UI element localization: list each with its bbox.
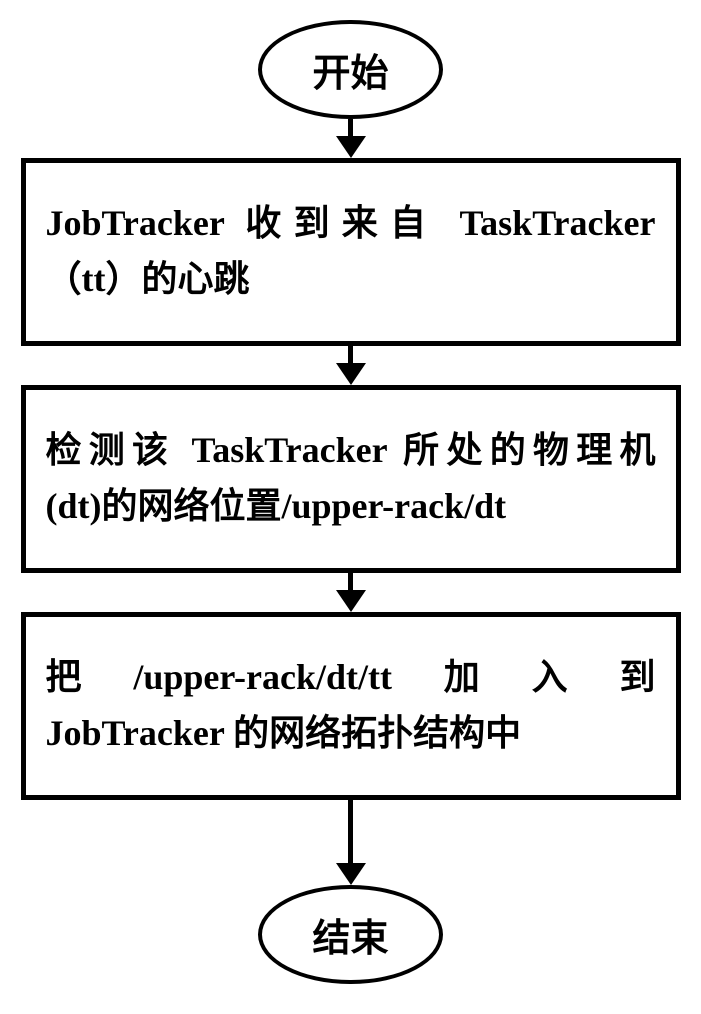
end-label: 结束 — [312, 918, 388, 960]
arrow-4 — [336, 800, 366, 885]
process-step-3: 把 /upper-rack/dt/tt 加 入 到 JobTracker 的网络… — [21, 612, 681, 800]
arrow-3 — [336, 573, 366, 612]
arrow-1 — [336, 119, 366, 158]
step3-line2: JobTracker 的网络拓扑结构中 — [46, 706, 656, 762]
process-step-1: JobTracker 收到来自 TaskTracker （tt）的心跳 — [21, 158, 681, 346]
start-terminator: 开始 — [258, 20, 442, 119]
step2-line1: 检测该 TaskTracker 所处的物理机 — [46, 423, 656, 479]
end-terminator: 结束 — [258, 885, 442, 984]
step3-line1: 把 /upper-rack/dt/tt 加 入 到 — [46, 650, 656, 706]
arrow-2 — [336, 346, 366, 385]
flowchart-container: 开始 JobTracker 收到来自 TaskTracker （tt）的心跳 检… — [21, 20, 681, 984]
step1-line2: （tt）的心跳 — [46, 252, 656, 308]
step1-line1: JobTracker 收到来自 TaskTracker — [46, 196, 656, 252]
process-step-2: 检测该 TaskTracker 所处的物理机 (dt)的网络位置/upper-r… — [21, 385, 681, 573]
step2-line2: (dt)的网络位置/upper-rack/dt — [46, 479, 656, 535]
start-label: 开始 — [312, 53, 388, 95]
